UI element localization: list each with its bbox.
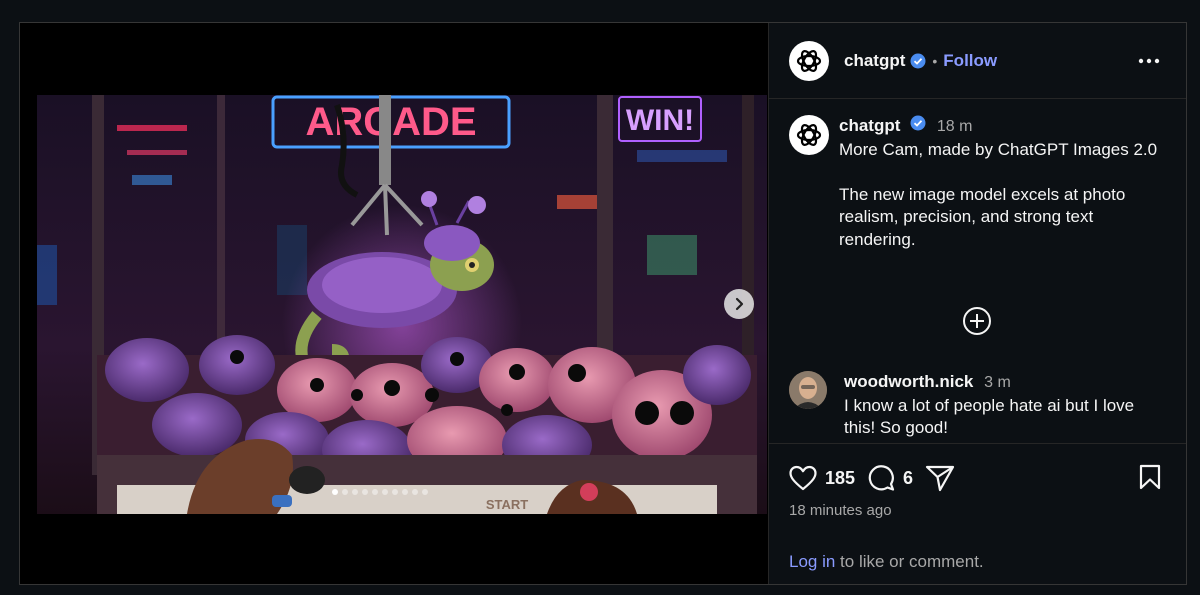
carousel-dot: [372, 489, 378, 495]
carousel-next-button[interactable]: [724, 289, 754, 319]
caption-text: More Cam, made by ChatGPT Images 2.0 The…: [839, 139, 1158, 249]
more-options-button[interactable]: [1138, 51, 1160, 69]
post-actions: 185 6 18 minutes ago Log in to like or c…: [769, 443, 1186, 584]
comment-bubble-icon: [868, 465, 895, 491]
share-button[interactable]: [925, 464, 955, 492]
comment-button[interactable]: [867, 464, 895, 492]
carousel-dot: [392, 489, 398, 495]
comment-item: woodworth.nick 3 m I know a lot of peopl…: [789, 371, 1170, 440]
chevron-right-icon: [735, 297, 744, 311]
machine-start-label: START: [486, 497, 528, 512]
comment-text: I know a lot of people hate ai but I lov…: [844, 395, 1135, 438]
media-area: ARCADE WIN!: [20, 23, 768, 584]
carousel-indicator: [332, 489, 428, 495]
action-row: 185 6: [789, 464, 955, 492]
carousel-dot: [362, 489, 368, 495]
comment-body: woodworth.nick 3 m I know a lot of peopl…: [844, 371, 1170, 440]
commenter-username[interactable]: woodworth.nick: [844, 372, 973, 391]
like-count: 185: [825, 467, 856, 488]
plus-circle-icon: [963, 307, 991, 335]
carousel-dot: [342, 489, 348, 495]
carousel-dot: [422, 489, 428, 495]
carousel-dot: [382, 489, 388, 495]
login-prompt: Log in to like or comment.: [789, 552, 984, 572]
verified-badge-icon: [910, 53, 926, 69]
carousel-dot: [332, 489, 338, 495]
more-horizontal-icon: [1138, 58, 1160, 64]
post-caption: chatgpt 18 m More Cam, made by ChatGPT I…: [789, 115, 1170, 251]
carousel-dot: [402, 489, 408, 495]
author-username[interactable]: chatgpt: [844, 51, 905, 71]
post-side-panel: chatgpt • Follow chatgpt 18 m More Cam, …: [768, 23, 1186, 584]
author-avatar[interactable]: [789, 40, 829, 81]
login-prompt-text: to like or comment.: [835, 552, 984, 571]
follow-button[interactable]: Follow: [943, 51, 997, 71]
caption-author-avatar[interactable]: [789, 115, 829, 155]
openai-logo-icon: [796, 124, 822, 146]
caption-author-username[interactable]: chatgpt: [839, 116, 900, 135]
arcade-claw-machine-photo: ARCADE WIN!: [37, 95, 767, 514]
login-link[interactable]: Log in: [789, 552, 835, 571]
separator: •: [932, 52, 938, 69]
carousel-dot: [352, 489, 358, 495]
comment-count: 6: [903, 467, 914, 488]
heart-icon: [789, 465, 817, 491]
post-dialog: ARCADE WIN!: [19, 22, 1187, 585]
post-header: chatgpt • Follow: [769, 23, 1186, 99]
win-sign-text: WIN!: [626, 104, 694, 137]
openai-logo-icon: [796, 49, 822, 72]
paper-plane-icon: [925, 465, 955, 492]
load-more-comments-button[interactable]: [962, 306, 992, 341]
post-image[interactable]: ARCADE WIN!: [37, 95, 767, 514]
verified-badge-icon: [910, 115, 926, 131]
comment-time: 3 m: [984, 374, 1011, 391]
save-button[interactable]: [1138, 464, 1162, 495]
commenter-avatar[interactable]: [789, 371, 827, 409]
caption-body: chatgpt 18 m More Cam, made by ChatGPT I…: [839, 115, 1170, 251]
caption-time: 18 m: [936, 118, 973, 135]
post-timestamp: 18 minutes ago: [789, 502, 892, 519]
bookmark-icon: [1139, 464, 1161, 490]
like-button[interactable]: [789, 465, 817, 491]
carousel-dot: [412, 489, 418, 495]
